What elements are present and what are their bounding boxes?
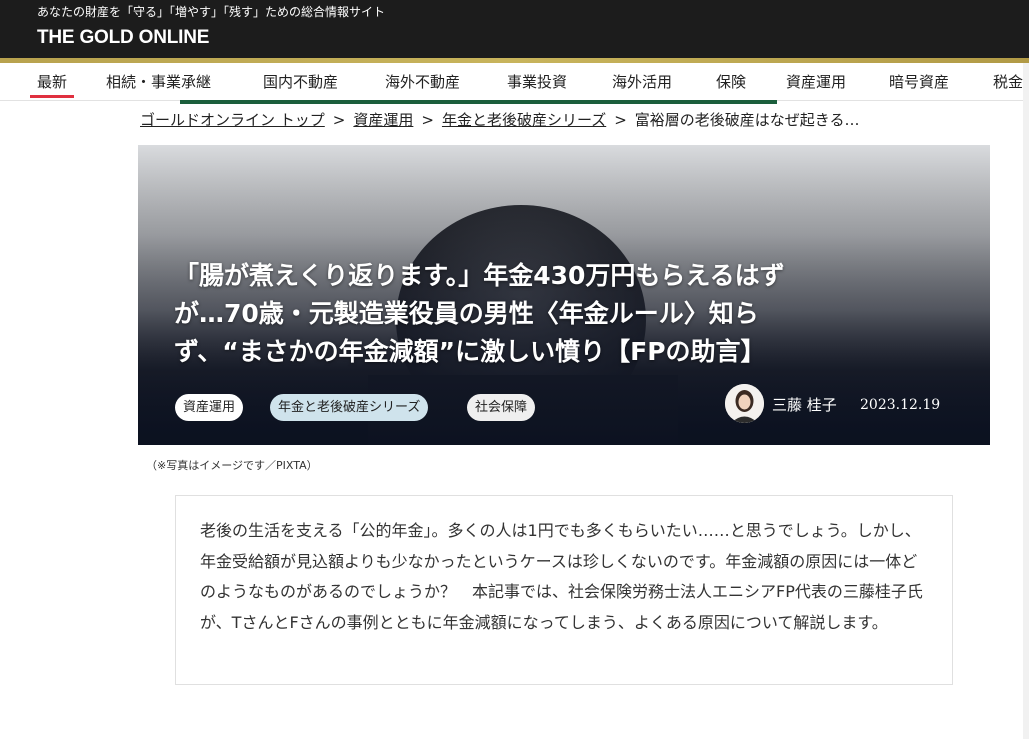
tag-social-security[interactable]: 社会保障 [467, 394, 536, 421]
nav-item-tax[interactable]: 税金 [993, 71, 1023, 92]
site-header: あなたの財産を「守る」「増やす」「残す」ための総合情報サイト THE GOLD … [0, 0, 1029, 58]
nav-item-domestic-realestate[interactable]: 国内不動産 [263, 71, 338, 92]
article-title-line: ず、“まさかの年金減額”に激しい憤り【FPの助言】 [174, 337, 766, 366]
nav-item-insurance[interactable]: 保険 [716, 71, 746, 92]
nav-item-latest[interactable]: 最新 [29, 71, 75, 98]
article-lead-box: 老後の生活を支える「公的年金」。多くの人は1円でも多くもらいたい……と思うでしょ… [175, 495, 953, 685]
nav-item-overseas-utilization[interactable]: 海外活用 [612, 71, 672, 92]
article-title: 「腸が煮えくり返ります。」年金430万円もらえるはず が…70歳・元製造業役員の… [174, 257, 944, 371]
author-name[interactable]: 三藤 桂子 [772, 394, 837, 415]
nav-dropdown-edge [180, 100, 777, 104]
breadcrumb: ゴールドオンライン トップ > 資産運用 > 年金と老後破産シリーズ > 富裕層の老後破産は… [140, 109, 860, 130]
nav-item-crypto[interactable]: 暗号資産 [889, 71, 949, 92]
article-title-line: 「腸が煮えくり返ります。」年金430万円もらえるはず [174, 261, 785, 290]
page-scrollbar[interactable] [1023, 63, 1029, 739]
site-logo[interactable]: THE GOLD ONLINE [37, 27, 209, 49]
site-tagline: あなたの財産を「守る」「増やす」「残す」ための総合情報サイト [37, 5, 386, 19]
breadcrumb-link-top[interactable]: ゴールドオンライン トップ [140, 111, 325, 129]
breadcrumb-separator: > [614, 111, 627, 129]
article-title-line: が…70歳・元製造業役員の男性〈年金ルール〉知ら [174, 299, 759, 328]
breadcrumb-link-asset[interactable]: 資産運用 [353, 111, 413, 129]
tag-pension-series[interactable]: 年金と老後破産シリーズ [270, 394, 429, 421]
photo-credit: （※写真はイメージです／PIXTA） [146, 459, 318, 472]
article-lead: 老後の生活を支える「公的年金」。多くの人は1円でも多くもらいたい……と思うでしょ… [200, 521, 923, 632]
tag-asset-management[interactable]: 資産運用 [175, 394, 244, 421]
nav-item-inheritance[interactable]: 相続・事業承継 [106, 71, 211, 92]
breadcrumb-separator: > [332, 111, 346, 129]
hero-image: 「腸が煮えくり返ります。」年金430万円もらえるはず が…70歳・元製造業役員の… [138, 145, 990, 445]
breadcrumb-separator: > [421, 111, 434, 129]
nav-item-asset-management[interactable]: 資産運用 [786, 71, 846, 92]
author-avatar-icon [725, 384, 764, 423]
nav-item-business-investment[interactable]: 事業投資 [507, 71, 567, 92]
breadcrumb-link-series[interactable]: 年金と老後破産シリーズ [442, 111, 606, 129]
post-date: 2023.12.19 [860, 397, 941, 413]
breadcrumb-current: 富裕層の老後破産はなぜ起きる… [634, 111, 860, 129]
main-nav: 最新 相続・事業承継 国内不動産 海外不動産 事業投資 海外活用 保険 資産運用… [0, 63, 1029, 101]
nav-item-overseas-realestate[interactable]: 海外不動産 [385, 71, 460, 92]
author-avatar[interactable] [725, 384, 764, 423]
